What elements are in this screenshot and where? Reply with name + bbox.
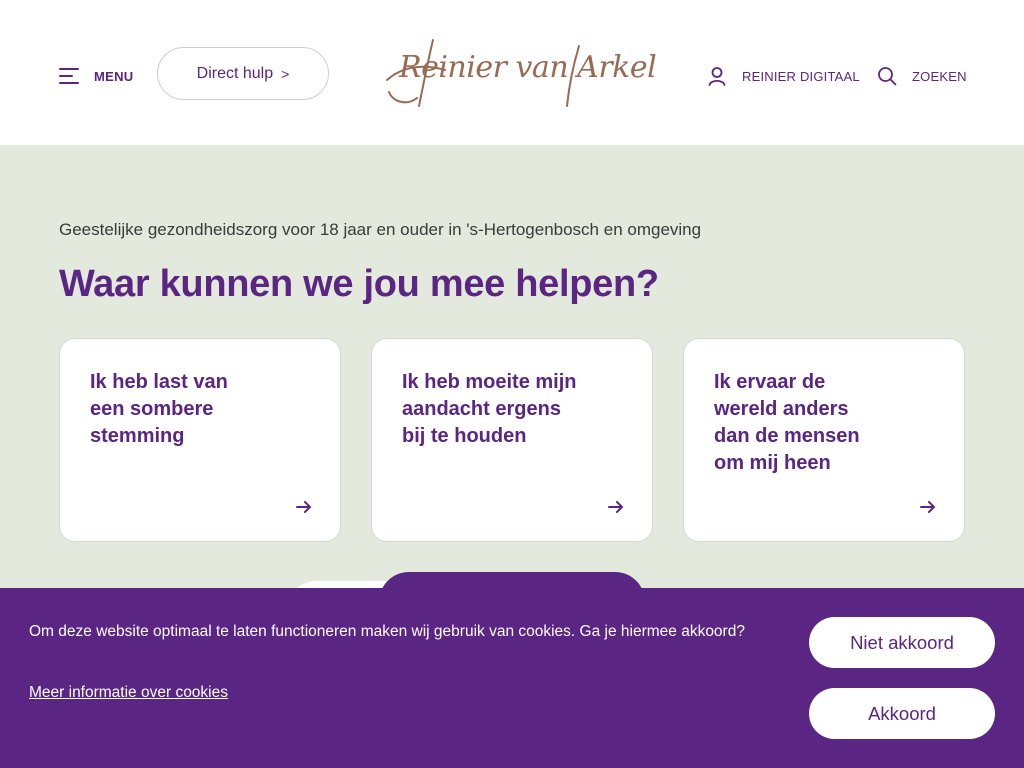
logo-text: Reinier van Arkel [399, 50, 657, 85]
menu-label: MENU [94, 68, 134, 84]
menu-button[interactable]: MENU [59, 66, 133, 86]
decline-cookies-button[interactable]: Niet akkoord [809, 617, 995, 668]
search-label: ZOEKEN [912, 68, 967, 84]
logo[interactable]: Reinier van Arkel [383, 36, 657, 110]
user-icon [707, 66, 727, 86]
help-card-sombere-stemming[interactable]: Ik heb last van een sombere stemming [59, 338, 341, 542]
card-title: Ik ervaar de wereld anders dan de mensen… [714, 371, 860, 474]
reinier-digitaal-link[interactable]: REINIER DIGITAAL [707, 66, 860, 86]
direct-hulp-label: Direct hulp [196, 64, 274, 82]
card-title: Ik heb last van een sombere stemming [90, 371, 228, 447]
cookie-banner: Om deze website optimaal te laten functi… [0, 588, 1024, 768]
menu-icon [59, 68, 79, 84]
arrow-right-icon [918, 497, 938, 517]
site-header: MENU Direct hulp > Reinier van Arkel REI… [0, 0, 1024, 145]
reinier-digitaal-label: REINIER DIGITAAL [742, 68, 860, 84]
help-card-aandacht[interactable]: Ik heb moeite mijn aandacht ergens bij t… [371, 338, 653, 542]
accept-cookies-button[interactable]: Akkoord [809, 688, 995, 739]
tagline: Geestelijke gezondheidszorg voor 18 jaar… [59, 220, 702, 239]
cookie-info-link[interactable]: Meer informatie over cookies [29, 684, 228, 702]
search-icon [877, 66, 897, 86]
cookie-message: Om deze website optimaal te laten functi… [29, 623, 745, 640]
arrow-right-icon [606, 497, 626, 517]
card-title: Ik heb moeite mijn aandacht ergens bij t… [402, 371, 577, 447]
page-title: Waar kunnen we jou mee helpen? [59, 263, 659, 305]
help-card-wereld-anders[interactable]: Ik ervaar de wereld anders dan de mensen… [683, 338, 965, 542]
chevron-right-icon: > [281, 65, 290, 82]
direct-hulp-button[interactable]: Direct hulp > [157, 47, 329, 100]
search-button[interactable]: ZOEKEN [877, 66, 967, 86]
arrow-right-icon [294, 497, 314, 517]
